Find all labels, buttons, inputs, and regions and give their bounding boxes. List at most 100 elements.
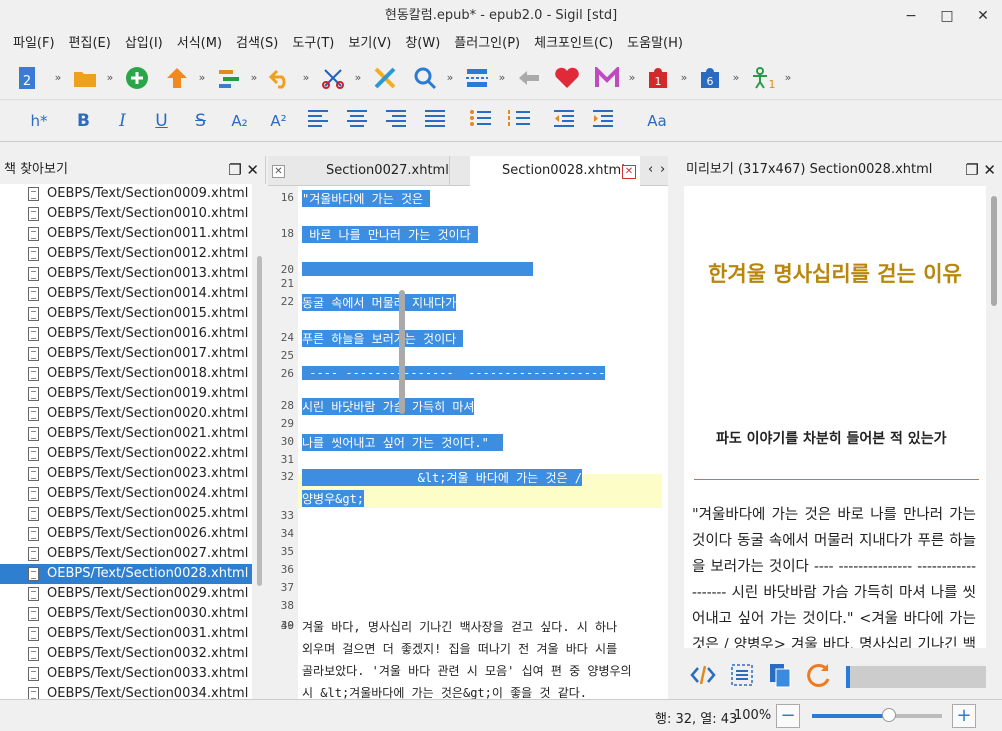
text-case-dropdown[interactable]: Aa [632,112,682,130]
file-list-item[interactable]: OEBPS/Text/Section0031.xhtml [0,624,252,644]
scrollbar-thumb[interactable] [257,256,262,586]
code-line[interactable]: 푸른 하늘을 보러가는 것이다 [302,330,464,347]
code-line[interactable]: 외우며 걸으면 더 좋겠지! 집을 떠나기 전 겨울 바다 시를 [302,640,617,657]
search-icon[interactable] [412,65,438,91]
align-center-icon[interactable] [337,109,376,132]
file-list-item[interactable]: OEBPS/Text/Section0016.xhtml [0,324,252,344]
back-icon[interactable] [516,65,542,91]
code-line[interactable]: 시린 바닷바람 가슴 가득히 마셔 [302,398,475,415]
menu-help[interactable]: 도움말(H) [620,32,690,56]
file-list-item[interactable]: OEBPS/Text/Section0026.xhtml [0,524,252,544]
m-icon[interactable] [594,65,620,91]
file-list-item[interactable]: OEBPS/Text/Section0024.xhtml [0,484,252,504]
move-icon[interactable] [216,65,242,91]
heading-dropdown[interactable]: h* [14,112,64,130]
code-line[interactable]: 동굴 속에서 머물러 지내다가 [302,294,457,311]
menu-format[interactable]: 서식(M) [170,32,229,56]
toolbar-more[interactable]: » [620,71,644,84]
outdent-icon[interactable] [544,109,583,132]
code-line[interactable]: "겨울바다에 가는 것은 [302,190,431,207]
menu-search[interactable]: 검색(S) [229,32,285,56]
close-left-tab-icon[interactable]: ✕ [272,165,285,178]
refresh-icon[interactable] [806,662,832,692]
inspect-icon[interactable] [730,663,754,691]
file-list-item[interactable]: OEBPS/Text/Section0015.xhtml [0,304,252,324]
file-list-item[interactable]: OEBPS/Text/Section0032.xhtml [0,644,252,664]
scrollbar-thumb[interactable] [991,196,997,306]
file-list-item[interactable]: OEBPS/Text/Section0030.xhtml [0,604,252,624]
file-list-item[interactable]: OEBPS/Text/Section0010.xhtml [0,204,252,224]
menu-checkpoints[interactable]: 체크포인트(C) [527,32,620,56]
maximize-button[interactable]: □ [936,0,958,32]
split-icon[interactable] [464,65,490,91]
file-list-item[interactable]: OEBPS/Text/Section0023.xhtml [0,464,252,484]
toolbar-more[interactable]: » [242,71,266,84]
file-list-item[interactable]: OEBPS/Text/Section0009.xhtml [0,184,252,204]
toolbar-more[interactable]: » [490,71,514,84]
code-line[interactable] [302,262,534,276]
undo-icon[interactable] [268,65,294,91]
zoom-out-button[interactable]: − [776,704,800,728]
file-list-item[interactable]: OEBPS/Text/Section0028.xhtml [0,564,252,584]
scrollbar-thumb[interactable] [399,290,405,414]
file-list-item[interactable]: OEBPS/Text/Section0021.xhtml [0,424,252,444]
code-line[interactable]: 바로 나를 만나러 가는 것이다 [302,226,478,243]
code-editor[interactable]: 16 18 20 21 22 24 25 26 28 29 30 31 32 33 34 35 36 37 38 39… [270,186,668,699]
file-list-item[interactable]: OEBPS/Text/Section0034.xhtml [0,684,252,699]
menu-plugins[interactable]: 플러그인(P) [447,32,527,56]
file-list-item[interactable]: OEBPS/Text/Section0017.xhtml [0,344,252,364]
close-button[interactable]: ✕ [972,0,994,32]
bold-button[interactable]: B [64,111,103,131]
file-list-scrollbar[interactable] [252,184,266,699]
code-line[interactable]: 양병우&gt; [302,490,365,507]
tab-close-icon[interactable]: ✕ [622,165,636,179]
file-list-item[interactable]: OEBPS/Text/Section0011.xhtml [0,224,252,244]
plugin-1-icon[interactable]: 1 [646,65,672,91]
minimize-button[interactable]: − [900,0,922,32]
file-list-item[interactable]: OEBPS/Text/Section0020.xhtml [0,404,252,424]
code-line[interactable]: ---- --------------- ------------------- [302,366,606,380]
tab-section0027[interactable]: Section0027.xhtml ✕ [300,156,490,186]
panel-float-icon[interactable]: ❐ ✕ [965,156,996,184]
heart-icon[interactable] [554,65,580,91]
code-view-icon[interactable] [690,663,716,691]
align-right-icon[interactable] [376,109,415,132]
cut-icon[interactable] [320,65,346,91]
upload-icon[interactable] [164,65,190,91]
zoom-slider[interactable] [812,708,942,722]
numbered-list-icon[interactable] [499,109,538,132]
bullet-list-icon[interactable] [460,109,499,132]
zoom-in-button[interactable]: + [952,704,976,728]
add-icon[interactable] [124,65,150,91]
file-list-item[interactable]: OEBPS/Text/Section0022.xhtml [0,444,252,464]
toolbar-more[interactable]: » [294,71,318,84]
toolbar-more[interactable]: » [438,71,462,84]
new-file-icon[interactable]: 2 [14,65,40,91]
panel-close-icon[interactable]: ✕ [983,161,996,179]
plugin-6-icon[interactable]: 6 [698,65,724,91]
italic-button[interactable]: I [103,111,142,131]
code-line[interactable]: 골라보았다. '겨울 바다 관련 시 모음' 십여 편 중 양병우의 [302,662,632,679]
justify-icon[interactable] [415,109,454,132]
superscript-button[interactable]: A² [259,112,298,130]
editor-scrollbar[interactable] [396,186,408,699]
toolbar-more[interactable]: » [672,71,696,84]
tab-scroll-right-icon[interactable]: › [660,162,665,177]
subscript-button[interactable]: A₂ [220,112,259,130]
file-list-item[interactable]: OEBPS/Text/Section0013.xhtml [0,264,252,284]
indent-icon[interactable] [583,109,622,132]
code-line[interactable]: 시 &lt;겨울바다에 가는 것은&gt;이 좋을 것 같다. [302,684,587,699]
strike-button[interactable]: S [181,111,220,131]
menu-view[interactable]: 보기(V) [341,32,398,56]
menu-file[interactable]: 파일(F) [6,32,62,56]
copy-icon[interactable] [768,662,792,692]
file-list-item[interactable]: OEBPS/Text/Section0027.xhtml [0,544,252,564]
menu-window[interactable]: 창(W) [398,32,447,56]
open-folder-icon[interactable] [72,65,98,91]
toolbar-more[interactable]: » [346,71,370,84]
file-list-item[interactable]: OEBPS/Text/Section0018.xhtml [0,364,252,384]
underline-button[interactable]: U [142,111,181,131]
menu-tools[interactable]: 도구(T) [285,32,341,56]
file-list-item[interactable]: OEBPS/Text/Section0029.xhtml [0,584,252,604]
toolbar-more[interactable]: » [190,71,214,84]
